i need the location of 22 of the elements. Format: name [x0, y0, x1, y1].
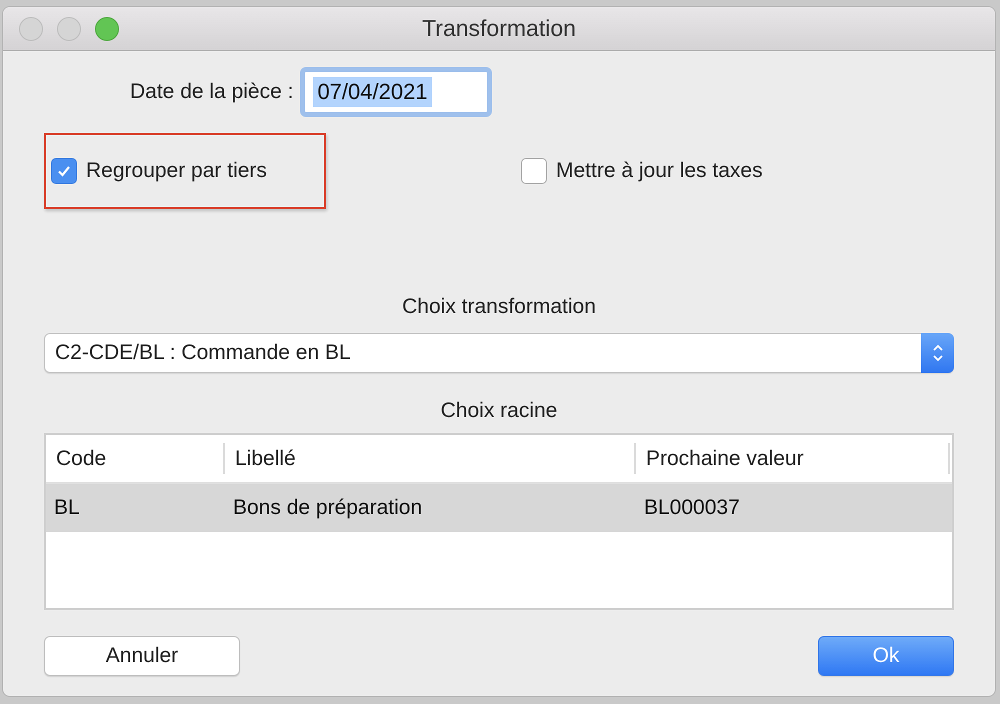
checkbox-label: Regrouper par tiers — [86, 159, 267, 183]
stepper-icon — [921, 333, 954, 373]
table-cell-text: Bons de préparation — [232, 495, 424, 521]
table-cell-text: BL — [53, 495, 81, 521]
table-cell-text: BL000037 — [643, 495, 741, 521]
checkbox-label: Mettre à jour les taxes — [556, 159, 763, 183]
date-field[interactable]: 07/04/2021 — [300, 67, 492, 117]
column-header[interactable]: Prochaine valeur — [636, 443, 950, 474]
close-button[interactable] — [19, 16, 43, 40]
minimize-button[interactable] — [57, 16, 81, 40]
checkbox[interactable] — [521, 158, 547, 184]
column-header[interactable]: Libellé — [225, 443, 636, 474]
cancel-button[interactable]: Annuler — [44, 636, 240, 676]
transformation-dropdown[interactable]: C2-CDE/BL : Commande en BL — [44, 333, 954, 373]
table-row[interactable]: BL Bons de préparation BL000037 — [46, 484, 952, 532]
checkbox[interactable] — [51, 158, 77, 184]
zoom-button[interactable] — [95, 16, 119, 40]
section-label: Choix racine — [440, 399, 558, 423]
column-header[interactable]: Code — [46, 443, 225, 474]
section-label: Choix transformation — [402, 295, 596, 319]
field-label: Date de la pièce : — [130, 80, 294, 104]
window-title: Transformation — [421, 15, 577, 42]
